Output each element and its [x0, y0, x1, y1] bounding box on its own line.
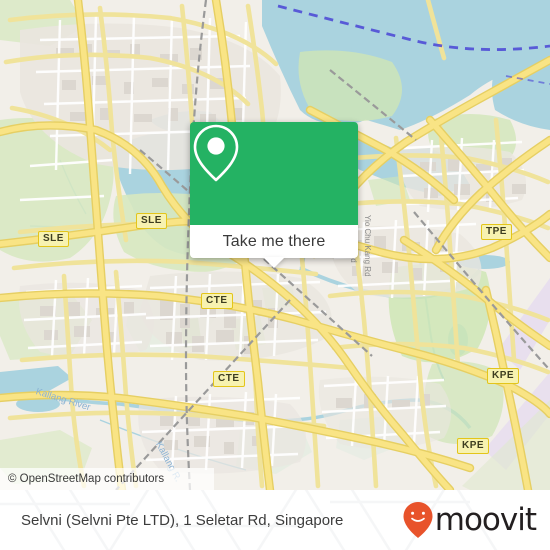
popup-pointer-tail — [263, 257, 285, 268]
map-canvas[interactable]: SLE SLE CTE CTE TPE KPE KPE Kallang Rive… — [0, 0, 550, 490]
street-label-2: Yio Chu Kang Rd — [363, 215, 372, 277]
popup-cta-area[interactable]: Take me there — [190, 225, 358, 268]
road-shield-sle-2: SLE — [38, 231, 69, 247]
moovit-logo[interactable]: moovit — [402, 501, 537, 539]
take-me-there-popup[interactable]: Take me there — [190, 122, 358, 268]
osm-attribution-text: © OpenStreetMap contributors — [8, 473, 165, 485]
popup-icon-area — [190, 122, 358, 225]
moovit-pin-icon — [403, 502, 433, 538]
road-shield-kpe-2: KPE — [457, 438, 490, 454]
moovit-map-screenshot: SLE SLE CTE CTE TPE KPE KPE Kallang Rive… — [0, 0, 550, 550]
place-address: Selvni (Selvni Pte LTD), 1 Seletar Rd, S… — [21, 511, 344, 529]
road-shield-tpe: TPE — [481, 224, 512, 240]
road-shield-kpe-1: KPE — [487, 368, 520, 384]
take-me-there-label: Take me there — [222, 232, 326, 250]
footer-bar: Selvni (Selvni Pte LTD), 1 Seletar Rd, S… — [0, 490, 550, 550]
osm-attribution-bar: © OpenStreetMap contributors — [0, 468, 214, 490]
road-shield-cte-1: CTE — [201, 293, 233, 309]
moovit-wordmark: moovit — [434, 501, 537, 538]
road-shield-sle-1: SLE — [136, 213, 167, 229]
road-shield-cte-2: CTE — [213, 371, 245, 387]
map-pin-icon — [193, 124, 239, 182]
